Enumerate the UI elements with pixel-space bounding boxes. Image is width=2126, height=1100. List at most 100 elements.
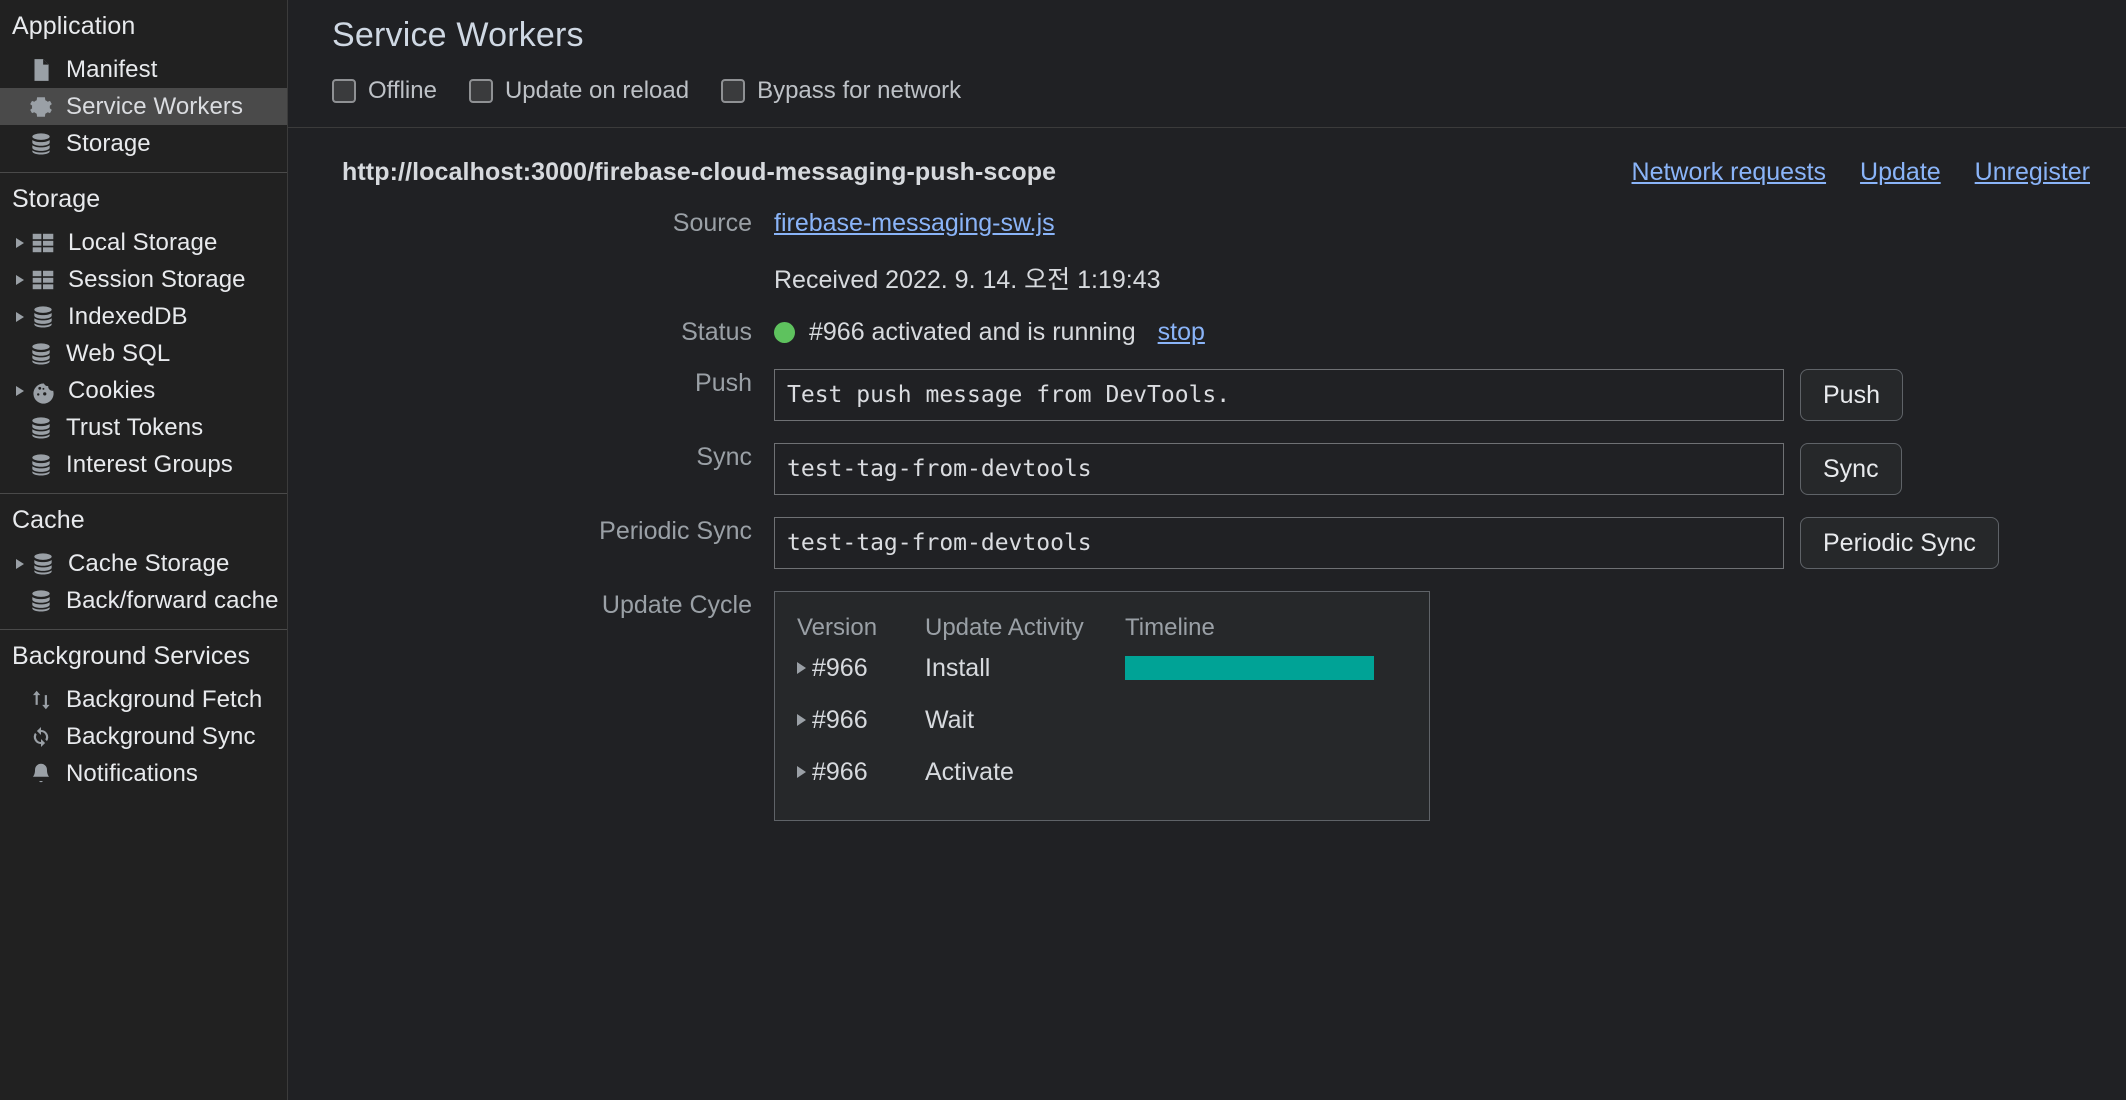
sync-row: Sync Sync <box>288 443 2126 495</box>
option-update-on-reload[interactable]: Update on reload <box>468 77 690 105</box>
version-text: #966 <box>812 653 868 682</box>
sidebar-item-cookies[interactable]: Cookies <box>0 372 287 409</box>
sidebar-item-label: Back/forward cache <box>66 586 279 614</box>
sidebar-item-label: Notifications <box>66 759 199 787</box>
option-offline[interactable]: Offline <box>332 77 437 105</box>
sidebar-item-back-forward-cache[interactable]: Back/forward cache <box>0 582 287 619</box>
sidebar-item-label: Service Workers <box>66 92 244 120</box>
sidebar-item-label: Session Storage <box>68 265 246 293</box>
devtools-application-panel: Application Manifest Service Workers Storag… <box>0 0 2126 1100</box>
push-label: Push <box>695 369 752 397</box>
update-cycle-label: Update Cycle <box>601 591 752 619</box>
sidebar-item-web-sql[interactable]: Web SQL <box>0 335 287 372</box>
sidebar-section-title: Background Services <box>12 642 251 670</box>
sidebar-section-title: Cache <box>12 506 85 534</box>
bypass-for-network-checkbox[interactable] <box>721 79 746 103</box>
table-icon <box>32 270 54 289</box>
expand-arrow-icon[interactable] <box>12 309 28 325</box>
activity-cell: Wait <box>925 705 975 734</box>
expand-arrow-icon[interactable] <box>12 383 28 399</box>
network-requests-link[interactable]: Network requests <box>1632 158 1827 187</box>
version-cell: #966 <box>797 654 925 683</box>
sidebar-item-label: Manifest <box>66 55 158 83</box>
push-button[interactable]: Push <box>1800 369 1903 421</box>
sidebar-item-storage[interactable]: Storage <box>0 125 287 162</box>
update-on-reload-checkbox[interactable] <box>468 79 493 103</box>
column-update-activity: Update Activity <box>925 614 1084 641</box>
version-text: #966 <box>812 705 868 734</box>
page-title: Service Workers <box>332 16 584 54</box>
sidebar-item-label: Cookies <box>68 376 156 404</box>
timeline-cell <box>1125 656 1429 680</box>
source-row: Source firebase-messaging-sw.js Received… <box>288 209 2126 296</box>
sidebar-item-indexeddb[interactable]: IndexedDB <box>0 298 287 335</box>
source-file-link[interactable]: firebase-messaging-sw.js <box>774 209 1055 237</box>
sidebar-item-label: Trust Tokens <box>66 413 204 441</box>
update-cycle-row[interactable]: #966 Install <box>775 642 1429 694</box>
update-cycle-table: Version Update Activity Timeline #966 Ins… <box>774 591 1430 821</box>
document-icon <box>34 58 49 81</box>
push-row: Push Push <box>288 369 2126 421</box>
expand-arrow-icon[interactable] <box>12 235 28 251</box>
offline-checkbox[interactable] <box>332 79 356 103</box>
bell-icon <box>32 763 50 782</box>
sync-label: Sync <box>696 443 752 471</box>
sidebar-item-interest-groups[interactable]: Interest Groups <box>0 446 287 483</box>
sync-input[interactable] <box>774 443 1784 495</box>
periodic-sync-label: Periodic Sync <box>599 517 752 545</box>
expand-arrow-icon[interactable] <box>797 662 806 674</box>
version-cell: #966 <box>797 706 925 735</box>
received-timestamp: Received 2022. 9. 14. 오전 1:19:43 <box>774 266 1161 294</box>
updown-arrows-icon <box>32 690 50 709</box>
source-label: Source <box>672 209 752 237</box>
sidebar-item-manifest[interactable]: Manifest <box>0 51 287 88</box>
unregister-link[interactable]: Unregister <box>1975 158 2090 187</box>
offline-label: Offline <box>368 77 437 104</box>
cookie-icon <box>33 383 54 404</box>
service-worker-registration: http://localhost:3000/firebase-cloud-mes… <box>288 128 2126 821</box>
status-text: #966 activated and is running <box>809 318 1136 346</box>
update-on-reload-label: Update on reload <box>504 77 690 104</box>
sidebar-item-label: Cache Storage <box>68 549 230 577</box>
update-cycle-row[interactable]: #966 Activate <box>775 746 1429 798</box>
expand-arrow-icon[interactable] <box>12 556 28 572</box>
table-icon <box>32 233 54 252</box>
sidebar-section-title: Storage <box>12 185 101 213</box>
expand-arrow-icon[interactable] <box>797 714 806 726</box>
sidebar-item-trust-tokens[interactable]: Trust Tokens <box>0 409 287 446</box>
option-bypass-for-network[interactable]: Bypass for network <box>721 77 961 105</box>
periodic-sync-button[interactable]: Periodic Sync <box>1800 517 1999 569</box>
version-cell: #966 <box>797 758 925 787</box>
status-row: Status #966 activated and is running sto… <box>288 318 2126 347</box>
scope-url: http://localhost:3000/firebase-cloud-mes… <box>342 158 1057 186</box>
expand-arrow-icon[interactable] <box>12 272 28 288</box>
sidebar-item-background-fetch[interactable]: Background Fetch <box>0 681 287 718</box>
database-icon <box>32 589 50 612</box>
sidebar-item-cache-storage[interactable]: Cache Storage <box>0 545 287 582</box>
sidebar-item-service-workers[interactable]: Service Workers <box>0 88 287 125</box>
activity-cell: Install <box>925 653 991 682</box>
sidebar-item-background-sync[interactable]: Background Sync <box>0 718 287 755</box>
timeline-cell <box>1125 760 1429 784</box>
sidebar-item-notifications[interactable]: Notifications <box>0 755 287 792</box>
update-link[interactable]: Update <box>1860 158 1941 187</box>
sync-button[interactable]: Sync <box>1800 443 1902 495</box>
expand-arrow-icon[interactable] <box>797 766 806 778</box>
update-cycle-row[interactable]: #966 Wait <box>775 694 1429 746</box>
stop-link[interactable]: stop <box>1158 318 1205 347</box>
periodic-sync-input[interactable] <box>774 517 1784 569</box>
activity-cell: Activate <box>925 757 1014 786</box>
sync-icon <box>33 726 49 747</box>
registration-actions: Network requests Update Unregister <box>1632 158 2090 187</box>
status-label: Status <box>681 318 752 346</box>
sidebar: Application Manifest Service Workers Storag… <box>0 0 288 1100</box>
gear-icon <box>30 96 52 117</box>
sidebar-item-local-storage[interactable]: Local Storage <box>0 224 287 261</box>
periodic-sync-row: Periodic Sync Periodic Sync <box>288 517 2126 569</box>
timeline-bar <box>1125 656 1375 680</box>
sidebar-item-session-storage[interactable]: Session Storage <box>0 261 287 298</box>
sidebar-section-storage: Storage Local Storage Session Storage Index… <box>0 173 287 493</box>
sidebar-section-application: Application Manifest Service Workers Storag… <box>0 0 287 172</box>
push-input[interactable] <box>774 369 1784 421</box>
timeline-cell <box>1125 708 1429 732</box>
